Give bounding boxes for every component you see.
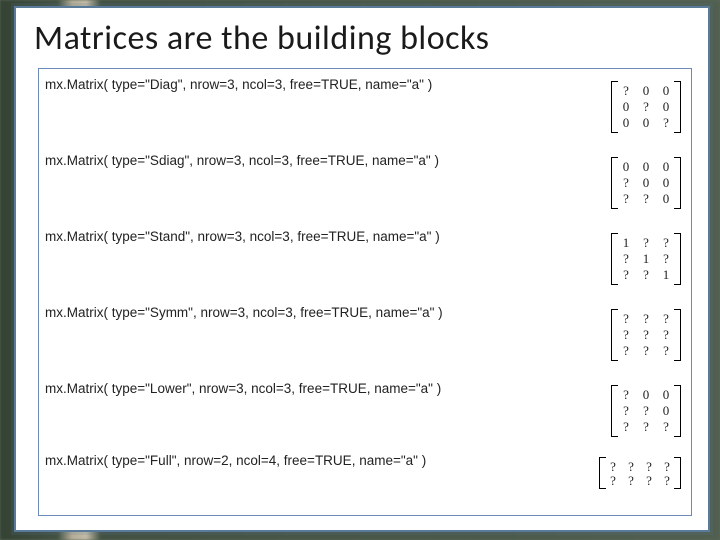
code-line: mx.Matrix( type="Symm", nrow=3, ncol=3, … bbox=[45, 303, 443, 320]
matrix-cell: 1 bbox=[657, 267, 675, 283]
matrix-cell: 0 bbox=[637, 83, 655, 99]
code-line: mx.Matrix( type="Sdiag", nrow=3, ncol=3,… bbox=[45, 151, 439, 168]
code-line: mx.Matrix( type="Diag", nrow=3, ncol=3, … bbox=[45, 75, 432, 92]
code-line: mx.Matrix( type="Stand", nrow=3, ncol=3,… bbox=[45, 227, 440, 244]
matrix-cell: ? bbox=[657, 343, 675, 359]
code-line: mx.Matrix( type="Lower", nrow=3, ncol=3,… bbox=[45, 379, 441, 396]
matrix-cell: 0 bbox=[657, 403, 675, 419]
matrix-cell: ? bbox=[617, 175, 635, 191]
matrix-example-row: mx.Matrix( type="Stand", nrow=3, ncol=3,… bbox=[45, 227, 685, 291]
matrix-cell: 0 bbox=[657, 99, 675, 115]
matrix-example-row: mx.Matrix( type="Diag", nrow=3, ncol=3, … bbox=[45, 75, 685, 139]
matrix-cell: 0 bbox=[657, 191, 675, 207]
matrix-cell: 0 bbox=[637, 387, 655, 403]
matrix-cell: ? bbox=[617, 387, 635, 403]
matrix-cell: ? bbox=[657, 235, 675, 251]
matrix-cell: ? bbox=[659, 473, 675, 487]
matrix-cell: 0 bbox=[657, 387, 675, 403]
matrix-symm: ? ? ? ? ? ? ? ? ? bbox=[617, 311, 675, 359]
matrix-cell: 1 bbox=[637, 251, 655, 267]
matrix-cell: ? bbox=[617, 343, 635, 359]
matrix-cell: 0 bbox=[637, 175, 655, 191]
matrix-cell: ? bbox=[617, 83, 635, 99]
matrix-cell: ? bbox=[657, 419, 675, 435]
matrix-cell: ? bbox=[623, 459, 639, 473]
matrix-cell: ? bbox=[637, 343, 655, 359]
matrix-cell: ? bbox=[617, 419, 635, 435]
matrix-cell: 0 bbox=[657, 83, 675, 99]
matrix-cell: ? bbox=[657, 115, 675, 131]
matrix-stand: 1 ? ? ? 1 ? ? ? 1 bbox=[617, 235, 675, 283]
content-panel: mx.Matrix( type="Diag", nrow=3, ncol=3, … bbox=[38, 68, 692, 516]
matrix-example-row: mx.Matrix( type="Full", nrow=2, ncol=4, … bbox=[45, 451, 685, 515]
matrix-cell: 0 bbox=[657, 175, 675, 191]
matrix-cell: 0 bbox=[657, 159, 675, 175]
matrix-cell: 0 bbox=[617, 99, 635, 115]
matrix-cell: ? bbox=[657, 251, 675, 267]
matrix-cell: 0 bbox=[637, 159, 655, 175]
matrix-cell: ? bbox=[617, 327, 635, 343]
matrix-cell: ? bbox=[637, 311, 655, 327]
matrix-cell: 0 bbox=[637, 115, 655, 131]
matrix-example-row: mx.Matrix( type="Symm", nrow=3, ncol=3, … bbox=[45, 303, 685, 367]
matrix-cell: ? bbox=[617, 251, 635, 267]
matrix-cell: ? bbox=[617, 191, 635, 207]
matrix-cell: ? bbox=[641, 459, 657, 473]
matrix-sdiag: 0 0 0 ? 0 0 ? ? 0 bbox=[617, 159, 675, 207]
matrix-cell: ? bbox=[637, 235, 655, 251]
matrix-cell: ? bbox=[605, 473, 621, 487]
matrix-cell: ? bbox=[637, 419, 655, 435]
matrix-cell: 1 bbox=[617, 235, 635, 251]
matrix-cell: ? bbox=[657, 311, 675, 327]
matrix-cell: ? bbox=[657, 327, 675, 343]
matrix-cell: 0 bbox=[617, 159, 635, 175]
matrix-example-row: mx.Matrix( type="Sdiag", nrow=3, ncol=3,… bbox=[45, 151, 685, 215]
matrix-cell: ? bbox=[637, 191, 655, 207]
matrix-full: ? ? ? ? ? ? ? ? bbox=[605, 459, 675, 487]
slide-title: Matrices are the building blocks bbox=[16, 8, 708, 63]
matrix-cell: ? bbox=[617, 311, 635, 327]
code-line: mx.Matrix( type="Full", nrow=2, ncol=4, … bbox=[45, 451, 426, 468]
matrix-cell: ? bbox=[637, 403, 655, 419]
matrix-cell: ? bbox=[617, 267, 635, 283]
matrix-lower: ? 0 0 ? ? 0 ? ? ? bbox=[617, 387, 675, 435]
matrix-cell: ? bbox=[623, 473, 639, 487]
matrix-cell: ? bbox=[659, 459, 675, 473]
matrix-cell: 0 bbox=[617, 115, 635, 131]
matrix-cell: ? bbox=[605, 459, 621, 473]
matrix-diag: ? 0 0 0 ? 0 0 0 ? bbox=[617, 83, 675, 131]
matrix-cell: ? bbox=[637, 99, 655, 115]
slide-frame: Matrices are the building blocks mx.Matr… bbox=[14, 6, 710, 532]
matrix-cell: ? bbox=[617, 403, 635, 419]
matrix-cell: ? bbox=[641, 473, 657, 487]
matrix-example-row: mx.Matrix( type="Lower", nrow=3, ncol=3,… bbox=[45, 379, 685, 443]
matrix-cell: ? bbox=[637, 327, 655, 343]
matrix-cell: ? bbox=[637, 267, 655, 283]
